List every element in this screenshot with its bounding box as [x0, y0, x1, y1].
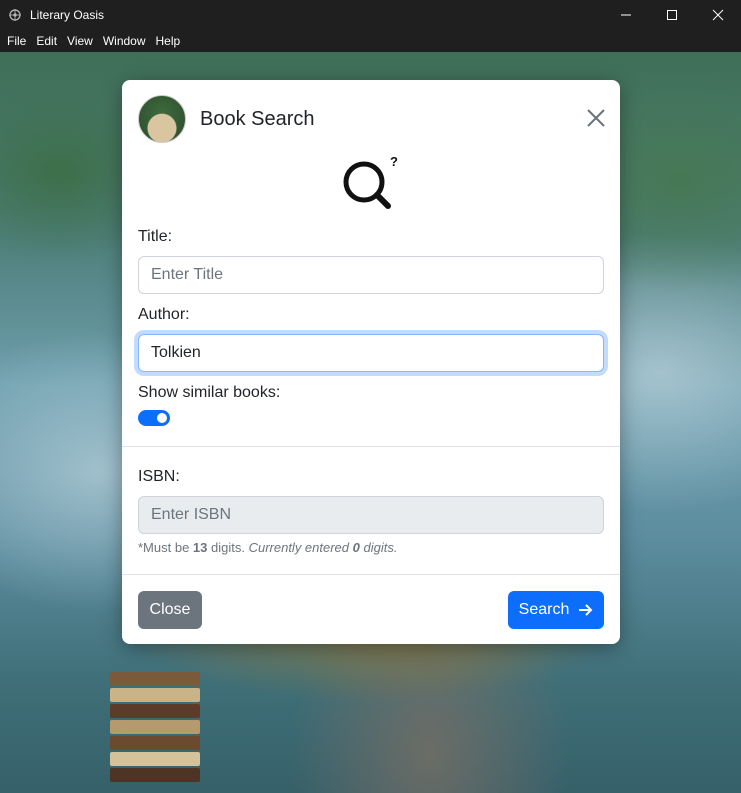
title-label: Title: — [138, 228, 173, 245]
author-label: Author: — [138, 306, 190, 323]
book-stack — [110, 672, 200, 793]
footer-divider — [122, 574, 620, 575]
similar-books-label: Show similar books: — [138, 384, 281, 401]
question-mark: ? — [390, 154, 398, 169]
menu-help[interactable]: Help — [151, 30, 186, 52]
close-icon — [587, 109, 605, 127]
app-icon — [0, 0, 30, 30]
dialog-header: Book Search — [122, 80, 620, 154]
isbn-hint: *Must be 13 digits. Currently entered 0 … — [138, 540, 398, 555]
close-window-button[interactable] — [695, 0, 741, 30]
menu-bar: File Edit View Window Help — [0, 30, 741, 52]
dialog-title: Book Search — [200, 108, 315, 130]
title-bar: Literary Oasis — [0, 0, 741, 30]
maximize-button[interactable] — [649, 0, 695, 30]
minimize-button[interactable] — [603, 0, 649, 30]
isbn-label: ISBN: — [138, 468, 180, 485]
divider — [122, 446, 620, 447]
close-icon — [712, 9, 724, 21]
menu-file[interactable]: File — [2, 30, 31, 52]
dialog-close-button[interactable] — [586, 108, 606, 128]
menu-window[interactable]: Window — [98, 30, 151, 52]
toggle-knob — [157, 413, 167, 423]
avatar — [138, 95, 186, 143]
title-input[interactable] — [138, 256, 604, 294]
isbn-input[interactable] — [138, 496, 604, 534]
close-button[interactable]: Close — [138, 591, 202, 629]
arrow-right-icon — [579, 604, 593, 616]
minimize-icon — [621, 14, 631, 16]
similar-books-toggle[interactable] — [138, 410, 170, 426]
menu-edit[interactable]: Edit — [31, 30, 62, 52]
window-controls — [603, 0, 741, 30]
book-search-dialog: Book Search ? Title: Author: Show simila… — [122, 80, 620, 644]
maximize-icon — [667, 10, 677, 20]
window-title: Literary Oasis — [30, 8, 105, 22]
author-input[interactable] — [138, 334, 604, 372]
search-button[interactable]: Search — [508, 591, 604, 629]
menu-view[interactable]: View — [62, 30, 98, 52]
